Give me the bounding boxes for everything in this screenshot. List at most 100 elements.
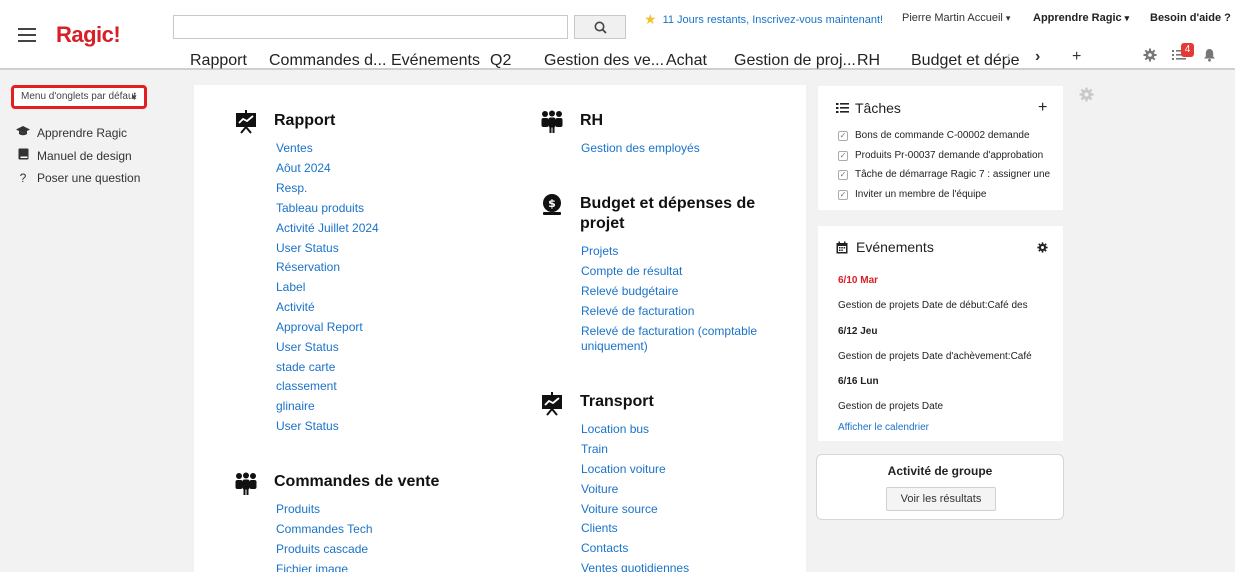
tab-q2[interactable]: Q2 <box>490 52 511 70</box>
book-icon <box>16 148 30 163</box>
section-title-commandes: Commandes de vente <box>274 473 440 490</box>
task-item[interactable]: ✓ Produits Pr-00037 demande d'approbation <box>838 150 1058 161</box>
tab-rapport[interactable]: Rapport <box>190 52 247 70</box>
tab-menu-select[interactable]: Menu d'onglets par défaut ▼ <box>11 85 147 109</box>
list-item[interactable]: Produits cascade <box>276 542 368 556</box>
list-item[interactable]: Réservation <box>276 260 340 274</box>
list-item[interactable]: Contacts <box>581 541 628 555</box>
list-item[interactable]: Activité Juillet 2024 <box>276 221 379 235</box>
tasks-title: Tâches <box>855 100 901 116</box>
list-item[interactable]: Voiture source <box>581 502 658 516</box>
list-item[interactable]: User Status <box>276 419 339 433</box>
task-label: Produits Pr-00037 demande d'approbation <box>855 150 1044 161</box>
tab-menu-label: Menu d'onglets par défaut <box>21 91 137 102</box>
list-item[interactable]: Ventes <box>276 141 313 155</box>
list-item[interactable]: Tableau produits <box>276 201 364 215</box>
section-title-rh: RH <box>580 112 604 129</box>
list-item[interactable]: Label <box>276 280 305 294</box>
learn-menu[interactable]: Apprendre Ragic ▾ <box>1033 12 1129 24</box>
list-item[interactable]: Relevé de facturation (comptable uniquem… <box>581 324 771 354</box>
show-calendar-link[interactable]: Afficher le calendrier <box>838 422 929 433</box>
tab-gestion-projets[interactable]: Gestion de proj... <box>734 52 856 70</box>
search-input[interactable] <box>173 15 568 39</box>
tab-commandes[interactable]: Commandes d... <box>269 52 386 70</box>
list-item[interactable]: Train <box>581 442 608 456</box>
settings-gear-icon[interactable] <box>1143 48 1157 66</box>
list-item[interactable]: Location bus <box>581 422 649 436</box>
tab-next-icon[interactable]: › <box>1035 48 1040 66</box>
tab-evenements[interactable]: Evénements <box>391 52 480 70</box>
bell-icon[interactable] <box>1203 48 1216 66</box>
event-text[interactable]: Gestion de projets Date d'achèvement:Caf… <box>838 351 1058 362</box>
task-label: Inviter un membre de l'équipe <box>855 189 987 200</box>
tab-budget[interactable]: Budget et dépe <box>911 52 1020 70</box>
presentation-chart-icon <box>236 110 256 134</box>
sidebar-item-label: Apprendre Ragic <box>37 125 128 140</box>
list-item[interactable]: Fichier image <box>276 562 348 572</box>
list-item[interactable]: Activité <box>276 300 315 314</box>
event-text[interactable]: Gestion de projets Date de début:Café de… <box>838 300 1058 311</box>
dashboard-settings-gear-icon[interactable] <box>1079 87 1094 102</box>
chevron-down-icon: ▼ <box>130 93 138 102</box>
task-item[interactable]: ✓ Inviter un membre de l'équipe <box>838 189 1058 200</box>
events-settings-gear-icon[interactable] <box>1037 242 1048 253</box>
list-item[interactable]: Ventes quotidiennes <box>581 561 689 572</box>
help-menu[interactable]: Besoin d'aide ? <box>1150 12 1231 24</box>
checkbox-icon[interactable]: ✓ <box>838 150 848 161</box>
task-item[interactable]: ✓ Bons de commande C-00002 demande <box>838 130 1058 141</box>
list-item[interactable]: Approval Report <box>276 320 363 334</box>
trial-notice[interactable]: ★ 11 Jours restants, Inscrivez-vous main… <box>644 11 883 28</box>
tab-rh[interactable]: RH <box>857 52 880 70</box>
user-menu[interactable]: Pierre Martin Accueil ▾ <box>902 12 1010 24</box>
list-item[interactable]: Gestion des employés <box>581 141 700 155</box>
sidebar-item-ask-question[interactable]: ? Poser une question <box>16 171 141 185</box>
list-item[interactable]: User Status <box>276 340 339 354</box>
list-item[interactable]: Produits <box>276 502 320 516</box>
user-menu-label: Pierre Martin Accueil <box>902 12 1003 24</box>
task-item[interactable]: ✓ Tâche de démarrage Ragic 7 : assigner u… <box>838 169 1058 180</box>
trial-text[interactable]: 11 Jours restants, Inscrivez-vous mainte… <box>663 14 884 26</box>
list-item[interactable]: Voiture <box>581 482 618 496</box>
list-item[interactable]: User Status <box>276 241 339 255</box>
list-item[interactable]: Location voiture <box>581 462 666 476</box>
list-item[interactable]: Commandes Tech <box>276 522 373 536</box>
ragic-logo[interactable]: Ragic! <box>56 22 121 48</box>
tab-gestion-ventes[interactable]: Gestion des ve... <box>544 52 664 70</box>
add-task-button[interactable]: + <box>1038 99 1047 117</box>
list-item[interactable]: classement <box>276 379 337 393</box>
sidebar-item-label: Poser une question <box>37 171 141 185</box>
calendar-icon <box>836 241 848 254</box>
search-button[interactable] <box>574 15 626 39</box>
list-item[interactable]: Relevé budgétaire <box>581 284 678 298</box>
tab-prev-icon[interactable]: ‹ <box>1006 48 1011 66</box>
event-text[interactable]: Gestion de projets Date <box>838 401 1058 412</box>
hamburger-menu-icon[interactable] <box>18 28 36 42</box>
list-item[interactable]: Projets <box>581 244 618 258</box>
sidebar-item-design-manual[interactable]: Manuel de design <box>16 148 132 163</box>
svg-text:$: $ <box>548 197 556 210</box>
checkbox-icon[interactable]: ✓ <box>838 130 848 141</box>
list-item[interactable]: glinaire <box>276 399 315 413</box>
checkbox-icon[interactable]: ✓ <box>838 189 848 200</box>
list-item[interactable]: stade carte <box>276 360 335 374</box>
list-item[interactable]: Relevé de facturation <box>581 304 694 318</box>
star-icon: ★ <box>644 11 657 27</box>
section-title-budget: Budget et dépenses de projet <box>580 195 756 232</box>
people-group-icon <box>235 472 257 495</box>
event-date: 6/12 Jeu <box>838 326 878 337</box>
list-item[interactable]: Clients <box>581 521 618 535</box>
checkbox-icon[interactable]: ✓ <box>838 169 848 180</box>
list-item[interactable]: Resp. <box>276 181 307 195</box>
view-results-button[interactable]: Voir les résultats <box>886 487 996 511</box>
add-tab-button[interactable]: + <box>1072 48 1081 66</box>
tab-achat[interactable]: Achat <box>666 52 707 70</box>
list-item[interactable]: Compte de résultat <box>581 264 682 278</box>
task-label: Bons de commande C-00002 demande <box>855 130 1030 141</box>
list-item[interactable]: Aôut 2024 <box>276 161 331 175</box>
money-bag-icon: $ <box>543 194 561 215</box>
sidebar-item-learn[interactable]: Apprendre Ragic <box>16 125 127 140</box>
people-group-icon <box>541 110 563 133</box>
events-title: Evénements <box>856 239 934 255</box>
notification-badge: 4 <box>1181 43 1194 57</box>
group-activity-title: Activité de groupe <box>887 464 993 478</box>
